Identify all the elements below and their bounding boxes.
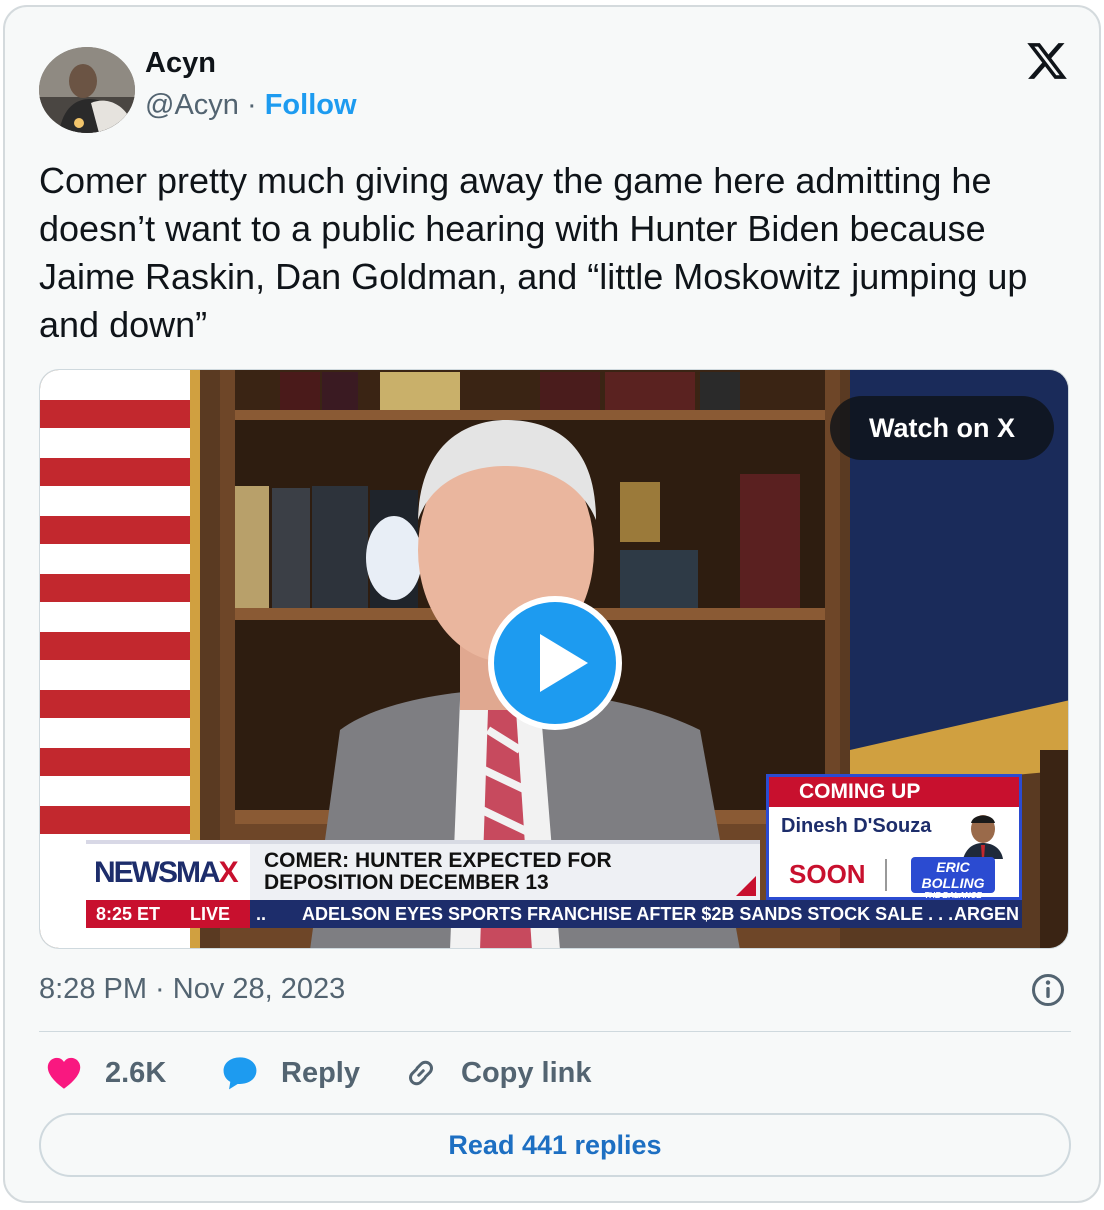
video-player[interactable]: Watch on X COMING UP Dinesh D'Souza SOON xyxy=(39,369,1069,949)
coming-up-body: Dinesh D'Souza SOON ERIC BOLLING THE BAL… xyxy=(769,807,1019,900)
soon-label: SOON xyxy=(789,859,866,889)
logo-text-left: NEWSMA xyxy=(94,856,221,889)
play-button[interactable] xyxy=(488,596,622,730)
reply-bubble-icon xyxy=(223,1057,257,1090)
author-handle[interactable]: @Acyn xyxy=(145,89,239,121)
copy-link-button[interactable]: Copy link xyxy=(403,1051,592,1095)
read-replies-button[interactable]: Read 441 replies xyxy=(39,1113,1071,1177)
author-meta: @Acyn · Follow xyxy=(145,89,357,122)
show-name-line3: THE BALANCE xyxy=(924,891,982,900)
broadcast-time: 8:25 ET xyxy=(96,903,161,924)
show-logo: ERIC BOLLING THE BALANCE xyxy=(911,857,995,900)
ticker-next: ARGEN xyxy=(954,904,1020,924)
like-button[interactable]: 2.6K xyxy=(45,1051,166,1095)
play-icon xyxy=(540,634,588,692)
reply-button[interactable]: Reply xyxy=(221,1051,360,1095)
live-label: LIVE xyxy=(190,903,231,924)
copy-link-label: Copy link xyxy=(461,1056,592,1089)
follow-button[interactable]: Follow xyxy=(265,89,357,121)
heart-icon xyxy=(47,1057,81,1089)
tweet-text: Comer pretty much giving away the game h… xyxy=(39,160,1028,345)
x-logo-icon[interactable] xyxy=(1025,39,1069,83)
divider xyxy=(39,1031,1071,1032)
tweet-timestamp[interactable]: 8:28 PM · Nov 28, 2023 xyxy=(39,973,345,1006)
logo-text-right: X xyxy=(218,856,239,889)
watch-on-x-button[interactable]: Watch on X xyxy=(830,396,1054,460)
headline-line2: DEPOSITION DECEMBER 13 xyxy=(264,871,549,894)
show-name-line2: BOLLING xyxy=(921,875,985,891)
reply-label: Reply xyxy=(281,1056,360,1089)
divider-line xyxy=(885,859,887,891)
coming-up-panel: COMING UP Dinesh D'Souza SOON ERIC BOLLI… xyxy=(766,774,1022,900)
headline-line1: COMER: HUNTER EXPECTED FOR xyxy=(264,849,612,872)
like-count: 2.6K xyxy=(105,1056,167,1089)
corner-accent xyxy=(736,876,756,896)
headline-box: COMER: HUNTER EXPECTED FOR DEPOSITION DE… xyxy=(250,840,760,900)
avatar[interactable] xyxy=(39,47,135,133)
link-icon xyxy=(409,1060,433,1086)
guest-name: Dinesh D'Souza xyxy=(781,815,932,837)
newsmax-logo: NEWSMAX xyxy=(86,840,250,900)
author-name[interactable]: Acyn xyxy=(145,47,216,80)
news-ticker: .. ADELSON EYES SPORTS FRANCHISE AFTER $… xyxy=(250,900,1022,928)
coming-up-label: COMING UP xyxy=(769,777,1019,807)
separator-dot: · xyxy=(246,89,257,121)
ticker-dots: .. xyxy=(256,904,267,924)
guest-photo xyxy=(957,809,1009,859)
time-bar: 8:25 ET LIVE xyxy=(86,900,250,928)
tweet-card: Acyn @Acyn · Follow Comer pretty much gi… xyxy=(3,5,1101,1203)
ticker-text: ADELSON EYES SPORTS FRANCHISE AFTER $2B … xyxy=(302,904,954,924)
show-name-line1: ERIC xyxy=(936,859,970,875)
info-icon[interactable] xyxy=(1031,973,1065,1007)
